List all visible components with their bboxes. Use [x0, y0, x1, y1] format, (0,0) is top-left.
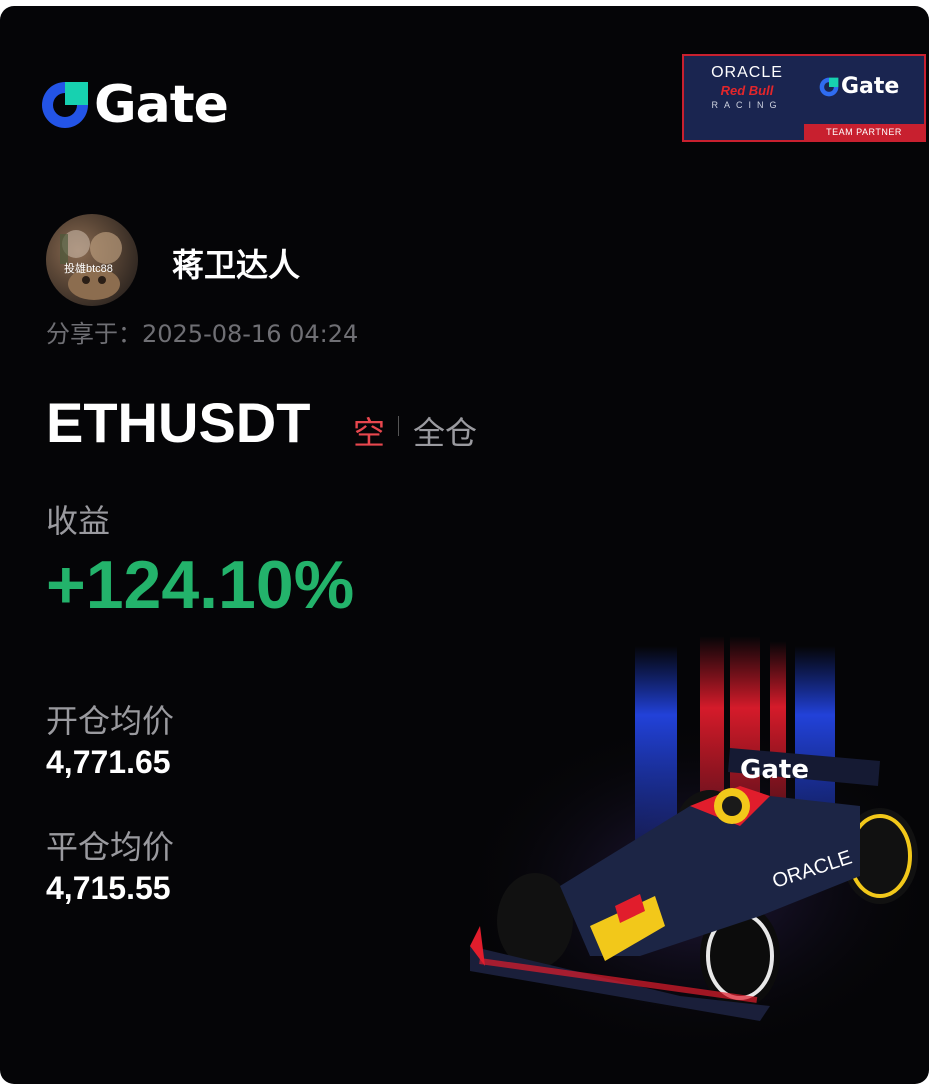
profit-label: 收益	[46, 502, 111, 540]
brand-name: Gate	[94, 75, 229, 135]
team-partner-caption: TEAM PARTNER	[804, 124, 924, 140]
team-partner-badge: ORACLE Red Bull RACING Gate TEAM PARTNER	[682, 54, 926, 142]
avatar[interactable]: 投雄btc88	[46, 214, 138, 306]
oracle-redbull-logo: ORACLE Red Bull RACING	[692, 64, 802, 110]
close-price-value: 4,715.55	[46, 870, 171, 906]
close-price-label: 平仓均价	[46, 828, 175, 866]
avatar-overlay-text: 投雄btc88	[64, 263, 113, 275]
oracle-text: ORACLE	[711, 64, 783, 81]
badge-divider	[398, 416, 399, 436]
gate-small-icon	[819, 77, 839, 96]
direction-badge: 空	[353, 414, 386, 452]
open-price-value: 4,771.65	[46, 744, 171, 780]
username: 蒋卫达人	[172, 246, 301, 284]
f1-car-illustration: Gate ORACLE	[460, 636, 929, 1046]
racing-text: RACING	[711, 100, 783, 110]
profit-value: +124.10%	[46, 547, 355, 623]
gate-logo: Gate	[38, 75, 229, 135]
redbull-text: Red Bull	[720, 83, 774, 98]
open-price-label: 开仓均价	[46, 702, 175, 740]
gate-logo-icon	[42, 82, 88, 128]
trading-pair: ETHUSDT	[46, 391, 311, 454]
partner-gate-logo: Gate	[818, 74, 899, 99]
car-gate-text: Gate	[740, 755, 809, 785]
share-timestamp: 分享于：2025-08-16 04:24	[46, 320, 359, 348]
share-card: Gate ORACLE Red Bull RACING Gate TEAM PA…	[0, 6, 929, 1084]
partner-gate-text: Gate	[841, 74, 900, 99]
margin-mode-badge: 全仓	[413, 414, 478, 452]
